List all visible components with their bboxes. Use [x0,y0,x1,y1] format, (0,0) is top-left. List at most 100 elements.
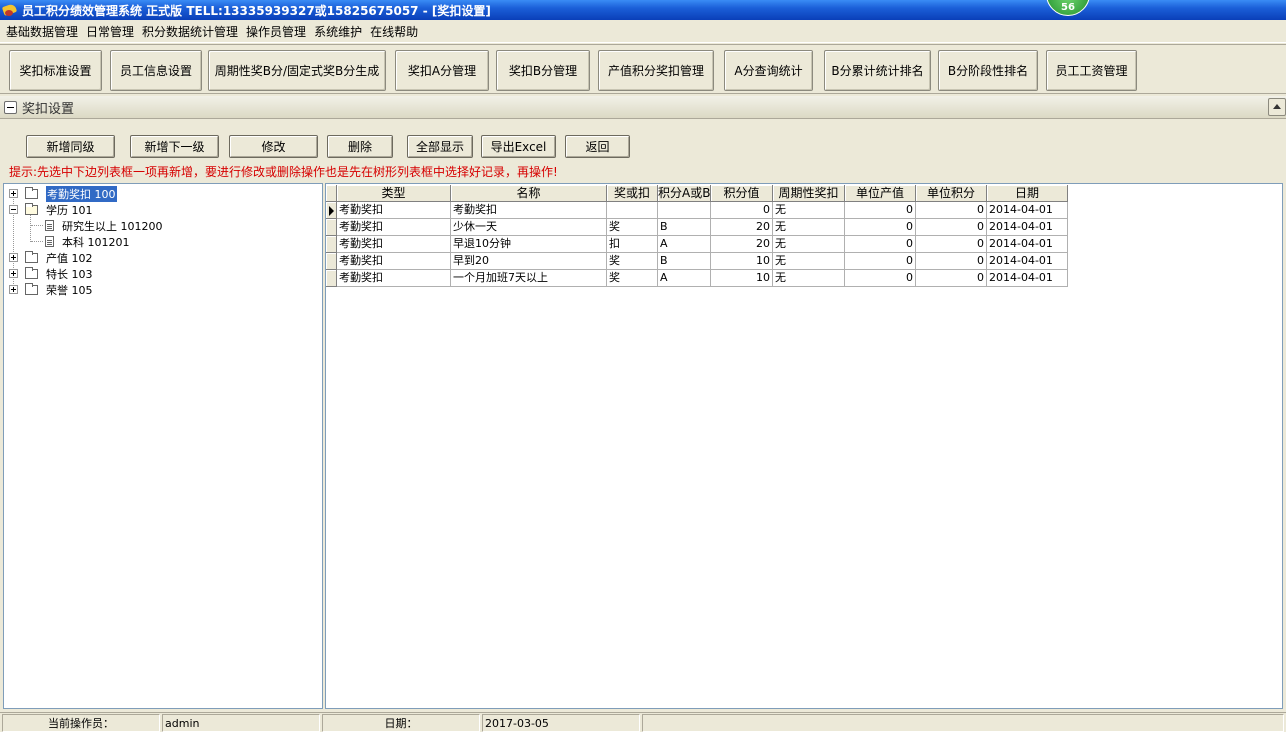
cell-name[interactable]: 早到20 [451,253,607,270]
row-indicator[interactable] [326,270,337,287]
cell-points[interactable]: 20 [711,236,773,253]
cell-points[interactable]: 10 [711,270,773,287]
cell-unit-points[interactable]: 0 [916,219,987,236]
cell-unit-points[interactable]: 0 [916,253,987,270]
cell-ab[interactable]: A [658,270,711,287]
b-cumulative-button[interactable]: B分累计统计排名 [824,50,931,91]
column-header[interactable]: 周期性奖扣 [773,185,845,202]
cell-name[interactable]: 一个月加班7天以上 [451,270,607,287]
cell-date[interactable]: 2014-04-01 [987,253,1068,270]
cell-date[interactable]: 2014-04-01 [987,270,1068,287]
tree-node[interactable]: 产值 102 [9,250,93,265]
cell-points[interactable]: 0 [711,202,773,219]
salary-button[interactable]: 员工工资管理 [1046,50,1137,91]
menu-stats[interactable]: 积分数据统计管理 [140,23,244,40]
cell-ab[interactable] [658,202,711,219]
cell-unit-output[interactable]: 0 [845,219,916,236]
expand-icon[interactable] [9,285,18,294]
column-header[interactable]: 积分值 [711,185,773,202]
table-row[interactable]: 考勤奖扣 早到20 奖 B 10 无 0 0 2014-04-01 [326,253,1068,270]
cell-periodic[interactable]: 无 [773,253,845,270]
cell-name[interactable]: 早退10分钟 [451,236,607,253]
column-header[interactable]: 名称 [451,185,607,202]
menu-system[interactable]: 系统维护 [312,23,368,40]
cell-ab[interactable]: B [658,253,711,270]
row-indicator[interactable] [326,219,337,236]
table-row[interactable]: 考勤奖扣 考勤奖扣 0 无 0 0 2014-04-01 [326,202,1068,219]
menu-operator[interactable]: 操作员管理 [244,23,312,40]
cell-unit-output[interactable]: 0 [845,270,916,287]
column-header[interactable]: 奖或扣 [607,185,658,202]
cell-ab[interactable]: B [658,219,711,236]
reward-b-button[interactable]: 奖扣B分管理 [496,50,590,91]
cell-type[interactable]: 考勤奖扣 [337,202,451,219]
collapse-node-icon[interactable] [9,205,18,214]
table-row[interactable]: 考勤奖扣 一个月加班7天以上 奖 A 10 无 0 0 2014-04-01 [326,270,1068,287]
output-points-button[interactable]: 产值积分奖扣管理 [598,50,714,91]
add-child-button[interactable]: 新增下一级 [130,135,219,158]
row-indicator[interactable] [326,202,337,219]
employee-info-button[interactable]: 员工信息设置 [110,50,202,91]
cell-date[interactable]: 2014-04-01 [987,236,1068,253]
b-stage-rank-button[interactable]: B分阶段性排名 [938,50,1038,91]
table-row[interactable]: 考勤奖扣 早退10分钟 扣 A 20 无 0 0 2014-04-01 [326,236,1068,253]
expand-icon[interactable] [9,189,18,198]
cell-name[interactable]: 少休一天 [451,219,607,236]
column-header[interactable]: 积分A或B [658,185,711,202]
cell-reward[interactable]: 奖 [607,219,658,236]
cell-unit-output[interactable]: 0 [845,236,916,253]
table-row[interactable]: 考勤奖扣 少休一天 奖 B 20 无 0 0 2014-04-01 [326,219,1068,236]
reward-a-button[interactable]: 奖扣A分管理 [395,50,489,91]
tree-node[interactable]: 学历 101 [9,202,93,217]
column-header[interactable]: 日期 [987,185,1068,202]
expand-icon[interactable] [9,253,18,262]
cell-unit-points[interactable]: 0 [916,202,987,219]
cell-type[interactable]: 考勤奖扣 [337,236,451,253]
cell-name[interactable]: 考勤奖扣 [451,202,607,219]
show-all-button[interactable]: 全部显示 [407,135,473,158]
cell-date[interactable]: 2014-04-01 [987,202,1068,219]
cell-unit-output[interactable]: 0 [845,202,916,219]
cell-periodic[interactable]: 无 [773,236,845,253]
column-header[interactable]: 类型 [337,185,451,202]
tree-node[interactable]: 本科 101201 [45,234,130,249]
tree-node[interactable]: 特长 103 [9,266,93,281]
column-header[interactable]: 单位积分 [916,185,987,202]
cell-type[interactable]: 考勤奖扣 [337,253,451,270]
cell-reward[interactable] [607,202,658,219]
cell-points[interactable]: 10 [711,253,773,270]
menu-basic-data[interactable]: 基础数据管理 [4,23,84,40]
cell-unit-points[interactable]: 0 [916,270,987,287]
cell-periodic[interactable]: 无 [773,270,845,287]
cell-type[interactable]: 考勤奖扣 [337,270,451,287]
reward-standard-button[interactable]: 奖扣标准设置 [9,50,102,91]
add-sibling-button[interactable]: 新增同级 [26,135,115,158]
delete-button[interactable]: 删除 [327,135,393,158]
tree-node[interactable]: 荣誉 105 [9,282,93,297]
cell-points[interactable]: 20 [711,219,773,236]
cell-unit-points[interactable]: 0 [916,236,987,253]
edit-button[interactable]: 修改 [229,135,318,158]
column-header[interactable]: 单位产值 [845,185,916,202]
tree-node[interactable]: 考勤奖扣 100 [9,185,117,202]
cell-ab[interactable]: A [658,236,711,253]
menu-daily[interactable]: 日常管理 [84,23,140,40]
row-indicator[interactable] [326,236,337,253]
collapse-icon[interactable] [4,100,17,114]
cell-date[interactable]: 2014-04-01 [987,219,1068,236]
menu-help[interactable]: 在线帮助 [368,23,424,40]
cell-type[interactable]: 考勤奖扣 [337,219,451,236]
notification-badge[interactable]: 56 [1046,0,1090,16]
row-indicator[interactable] [326,253,337,270]
cell-reward[interactable]: 奖 [607,270,658,287]
back-button[interactable]: 返回 [565,135,630,158]
tree-node[interactable]: 研究生以上 101200 [45,218,163,233]
cell-periodic[interactable]: 无 [773,202,845,219]
export-excel-button[interactable]: 导出Excel [481,135,556,158]
a-query-button[interactable]: A分查询统计 [724,50,813,91]
cell-unit-output[interactable]: 0 [845,253,916,270]
scroll-up-icon[interactable] [1268,98,1286,116]
periodic-b-button[interactable]: 周期性奖B分/固定式奖B分生成 [208,50,386,91]
cell-reward[interactable]: 奖 [607,253,658,270]
cell-reward[interactable]: 扣 [607,236,658,253]
